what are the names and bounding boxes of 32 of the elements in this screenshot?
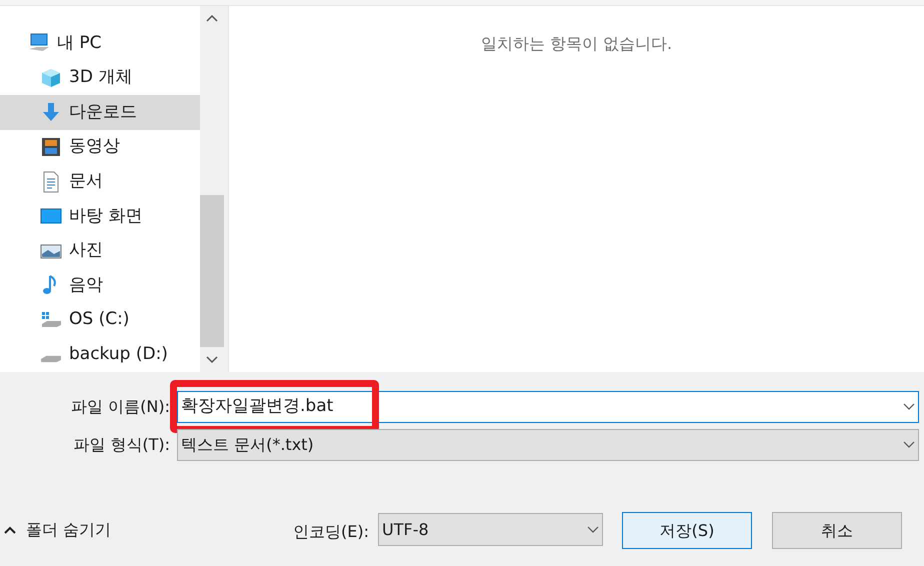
dropdown-icon[interactable]	[903, 403, 915, 411]
film-icon	[40, 136, 62, 158]
nav-item[interactable]: 동영상	[0, 130, 200, 164]
nav-item[interactable]: 다운로드	[0, 95, 200, 130]
nav-item[interactable]: 문서	[0, 164, 200, 199]
download-arrow-icon	[40, 101, 62, 124]
empty-message: 일치하는 항목이 없습니다.	[480, 33, 672, 54]
dropdown-icon[interactable]	[587, 526, 599, 534]
dialog-button[interactable]: 저장(S)	[622, 512, 752, 549]
dialog-button[interactable]: 취소	[772, 512, 902, 549]
nav-item[interactable]: OS (C:)	[0, 302, 200, 338]
drive-icon	[40, 354, 62, 363]
nav-item[interactable]: 3D 개체	[0, 60, 200, 96]
nav-item[interactable]: 음악	[0, 268, 200, 303]
scrollbar-thumb[interactable]	[200, 195, 224, 347]
encoding-label: 인코딩(E):	[293, 521, 369, 543]
file-name-input[interactable]: 확장자일괄변경.bat	[181, 394, 903, 420]
file-name-combobox[interactable]: 확장자일괄변경.bat	[177, 391, 919, 423]
file-type-combobox[interactable]: 텍스트 문서(*.txt)	[177, 429, 919, 461]
file-type-label: 파일 형식(T):	[72, 434, 171, 456]
nav-item[interactable]: 바탕 화면	[0, 198, 200, 234]
hide-folders-button[interactable]: 폴더 숨기기	[4, 518, 112, 542]
scroll-down-icon[interactable]	[206, 356, 218, 364]
file-name-label: 파일 이름(N):	[70, 396, 171, 418]
nav-item[interactable]: backup (D:)	[0, 337, 200, 372]
nav-item[interactable]: 내 PC	[0, 26, 200, 61]
dropdown-icon[interactable]	[903, 441, 915, 449]
nav-item[interactable]: 사진	[0, 234, 200, 268]
encoding-combobox[interactable]: UTF-8	[378, 513, 603, 546]
cube-icon	[40, 66, 62, 89]
chevron-up-icon	[4, 526, 16, 534]
scroll-up-icon[interactable]	[206, 14, 218, 22]
